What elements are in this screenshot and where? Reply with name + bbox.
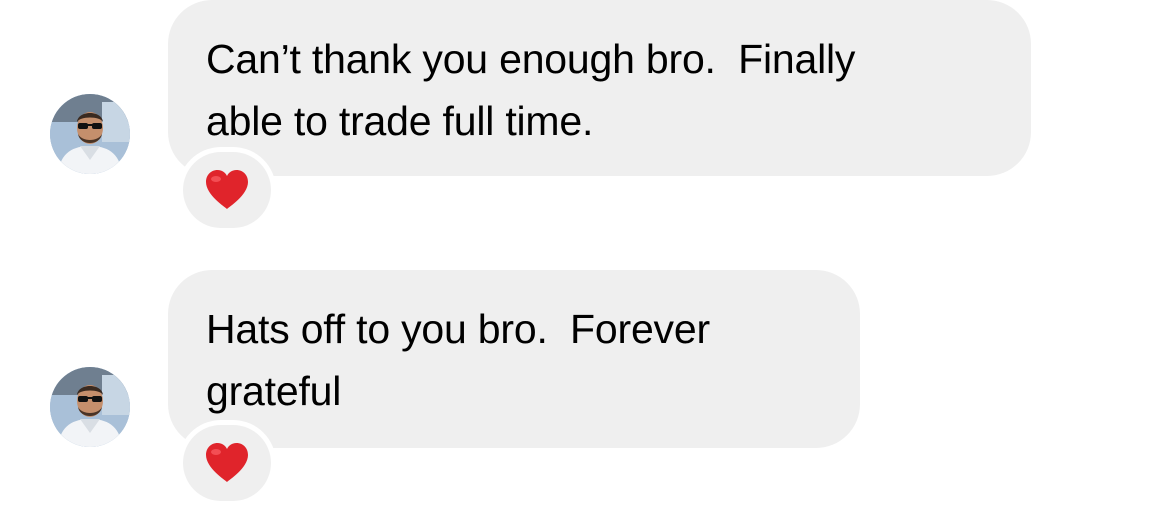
message-bubble[interactable]: Can’t thank you enough bro. Finally able…	[168, 0, 1031, 176]
message-bubble[interactable]: Hats off to you bro. Forever grateful	[168, 270, 860, 448]
heart-icon	[206, 170, 248, 209]
reaction-badge[interactable]	[183, 425, 271, 501]
profile-photo-icon	[50, 367, 130, 447]
message-thread: Can’t thank you enough bro. Finally able…	[0, 0, 1170, 523]
message-text: Can’t thank you enough bro. Finally	[206, 36, 856, 82]
message-row: Can’t thank you enough bro. Finally able…	[0, 0, 1170, 260]
reaction-badge[interactable]	[183, 152, 271, 228]
message-text: able to trade full time.	[206, 98, 594, 144]
heart-icon	[206, 443, 248, 482]
profile-photo-icon	[50, 94, 130, 174]
message-row: Hats off to you bro. Forever grateful	[0, 270, 1170, 523]
avatar[interactable]	[50, 94, 130, 174]
message-text: Hats off to you bro. Forever	[206, 306, 710, 352]
avatar[interactable]	[50, 367, 130, 447]
message-text: grateful	[206, 368, 342, 414]
